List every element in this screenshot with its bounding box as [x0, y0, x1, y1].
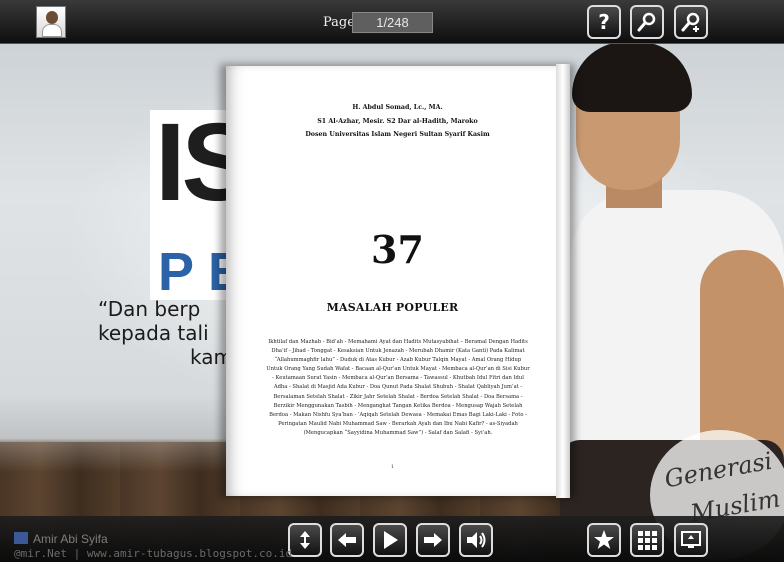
quote-line-2: kepada tali — [98, 321, 209, 345]
avatar-body — [42, 24, 62, 37]
credit-url: @mir.Net | www.amir-tubagus.blogspot.co.… — [14, 547, 293, 560]
star-icon — [594, 530, 614, 549]
zoom-in-icon — [681, 12, 700, 32]
bookmark-button[interactable] — [587, 523, 621, 557]
help-button[interactable]: ? — [587, 5, 621, 39]
top-toolbar: Page: 1/248 ? — [0, 0, 784, 44]
arrow-right-icon — [424, 533, 442, 547]
chapter-number: 37 — [371, 227, 424, 272]
grid-icon — [638, 531, 657, 550]
sound-button[interactable] — [459, 523, 493, 557]
play-icon — [384, 531, 398, 549]
person-hair — [572, 42, 692, 112]
page-number: 1 — [390, 464, 395, 470]
facebook-icon — [14, 532, 28, 544]
book-page-edge[interactable] — [556, 64, 570, 498]
chapter-title: MASALAH POPULER — [326, 301, 459, 314]
fullscreen-icon — [681, 531, 701, 548]
thumbnails-button[interactable] — [630, 523, 664, 557]
arrow-left-icon — [338, 533, 356, 547]
avatar[interactable] — [36, 6, 66, 38]
svg-text:?: ? — [598, 11, 610, 33]
magnifier-icon — [637, 12, 656, 32]
chapter-contents: Ikhtilaf dan Mazhab - Bid’ah - Memahami … — [266, 339, 530, 436]
avatar-head — [46, 11, 58, 24]
zoom-in-button[interactable] — [674, 5, 708, 39]
zoom-button[interactable] — [630, 5, 664, 39]
page-number-input[interactable]: 1/248 — [352, 12, 433, 33]
author-education: S1 Al-Azhar, Mesir. S2 Dar al-Hadith, Ma… — [317, 118, 478, 125]
speaker-icon — [467, 532, 486, 548]
fullscreen-button[interactable] — [674, 523, 708, 557]
credit-name-text: Amir Abi Syifa — [33, 532, 108, 546]
fit-vertical-icon — [300, 531, 310, 549]
fit-page-button[interactable] — [288, 523, 322, 557]
quote-line-1: “Dan berp — [98, 297, 201, 321]
next-page-button[interactable] — [416, 523, 450, 557]
help-icon: ? — [598, 11, 610, 33]
previous-page-button[interactable] — [330, 523, 364, 557]
credit-name: Amir Abi Syifa — [14, 532, 108, 546]
play-button[interactable] — [373, 523, 407, 557]
author-name: H. Abdul Somad, Lc., MA. — [352, 104, 443, 111]
author-affiliation: Dosen Universitas Islam Negeri Sultan Sy… — [305, 131, 490, 138]
